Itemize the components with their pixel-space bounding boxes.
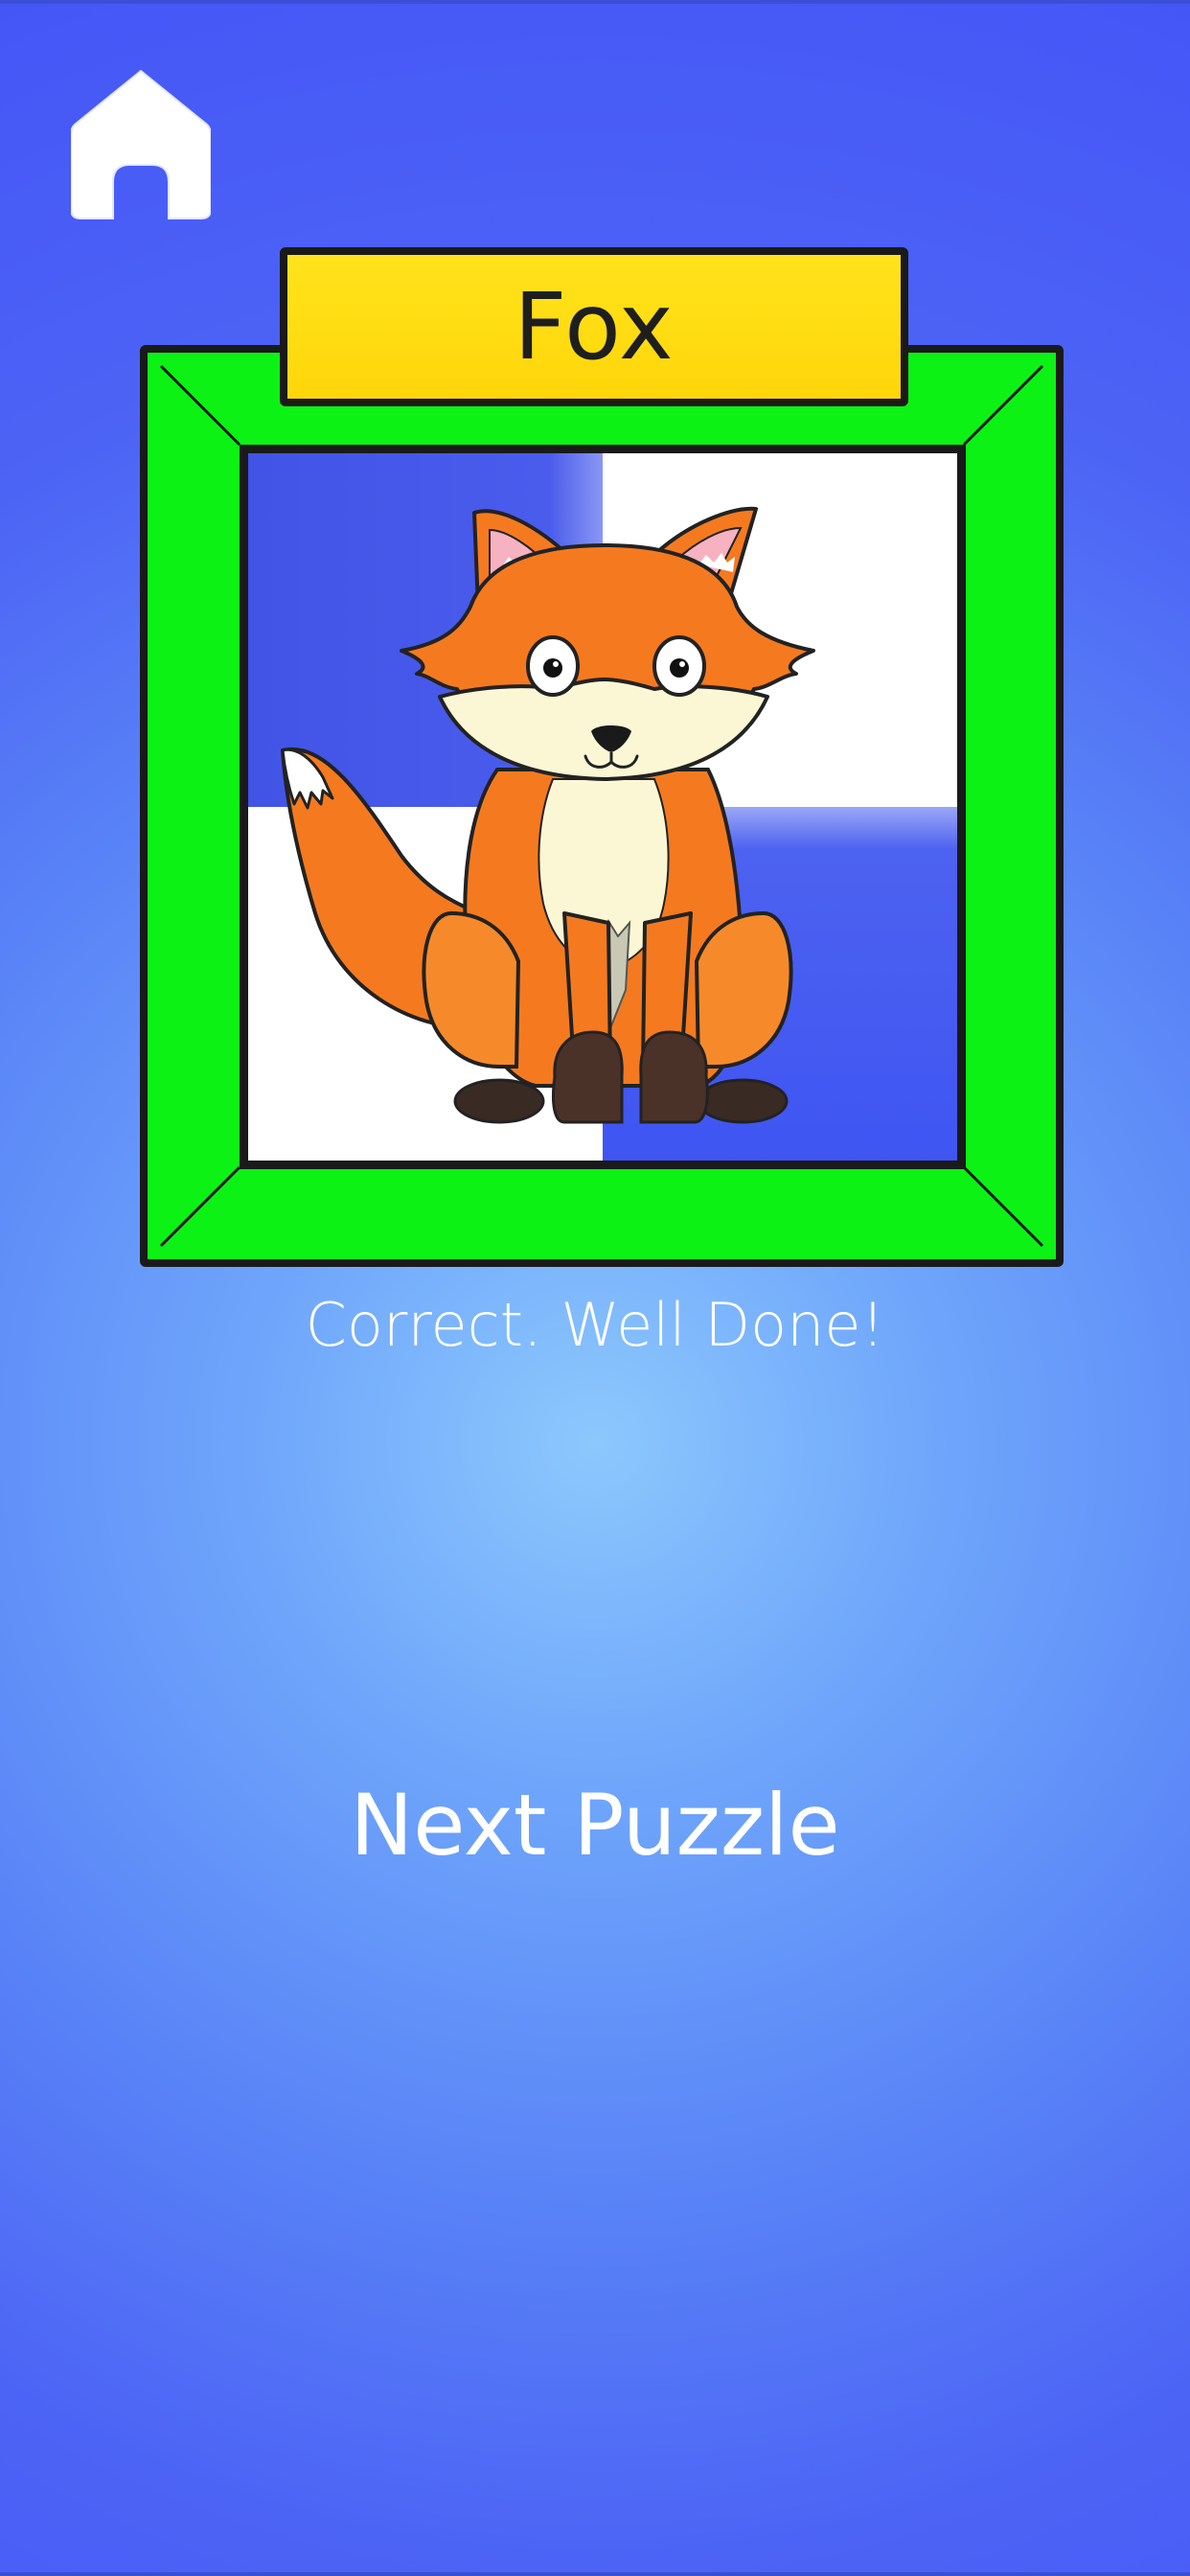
animal-name-plaque: Fox	[280, 247, 908, 406]
fox-puzzle-image	[240, 445, 966, 1169]
animal-name: Fox	[514, 273, 675, 380]
next-puzzle-button[interactable]: Next Puzzle	[308, 1763, 882, 1888]
top-edge	[0, 0, 1190, 4]
home-button[interactable]	[71, 65, 211, 220]
home-icon	[71, 69, 211, 219]
feedback-message: Correct. Well Done!	[305, 1290, 885, 1360]
fox-illustration	[248, 453, 957, 1161]
bottom-edge	[0, 2572, 1190, 2576]
